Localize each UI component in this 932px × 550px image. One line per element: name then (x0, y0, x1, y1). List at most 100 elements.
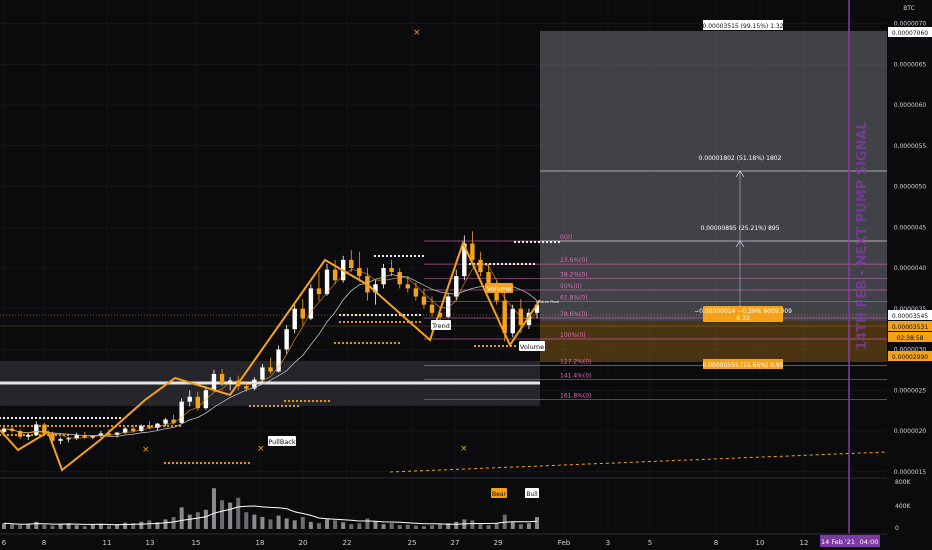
measure-target-zone[interactable] (540, 31, 887, 321)
trading-chart[interactable]: 0(0) 23.6%(0) 38.2%(0) 50%(0) 61.8%(0) 78.6%(… (0, 0, 932, 550)
signal-dot (516, 262, 520, 266)
signal-dot (393, 341, 397, 345)
volume-bar (494, 523, 499, 529)
signal-dot (333, 341, 337, 345)
signal-dot (30, 424, 34, 428)
volume-bar (18, 525, 23, 529)
candle-body[interactable] (131, 428, 136, 431)
signal-dot (2, 416, 6, 420)
volume-bar (10, 524, 15, 529)
price-tick-label: 0.0000040 (894, 265, 927, 272)
signal-dot (82, 424, 86, 428)
candle-body[interactable] (244, 386, 249, 389)
date-tick-label: 13 (146, 539, 155, 547)
price-tick-label: 0.0000065 (894, 61, 927, 68)
volume-bar (526, 523, 531, 529)
volume-bar (349, 524, 354, 529)
candle-body[interactable] (179, 401, 184, 423)
candle-body[interactable] (211, 373, 217, 391)
annotation-volume-lower: Volume (519, 341, 545, 351)
signal-dot (2, 424, 6, 428)
candle-body[interactable] (284, 329, 289, 350)
candle-body[interactable] (421, 296, 427, 305)
signal-dot (402, 320, 406, 324)
candle-body[interactable] (147, 426, 152, 428)
signal-dot (291, 399, 295, 403)
signal-dot (98, 416, 102, 420)
measure-label-bottom: 0.00000555 (15.66%) 0.95 (703, 359, 784, 369)
fib-level-label: 50%(0) (560, 283, 582, 290)
candle-body[interactable] (429, 304, 435, 313)
signal-dot (528, 262, 532, 266)
signal-dot (377, 254, 381, 258)
candle-body[interactable] (219, 373, 225, 384)
measure-label-mid1: 0.00001802 (51.18%) 1802 (699, 155, 782, 162)
signal-dot (66, 416, 70, 420)
candle-body[interactable] (268, 367, 273, 372)
time-axis[interactable] (0, 534, 932, 550)
signal-dot (14, 416, 18, 420)
signal-dot (183, 461, 187, 465)
signal-dot (38, 424, 42, 428)
candle-body[interactable] (316, 288, 322, 295)
volume-bar (381, 524, 386, 529)
date-tick-label: 20 (299, 539, 308, 547)
signal-dot (163, 461, 167, 465)
signal-dot (389, 254, 393, 258)
candle-body[interactable] (405, 284, 410, 289)
volume-bar (42, 524, 47, 529)
signal-dot (239, 461, 243, 465)
candle-body[interactable] (413, 288, 419, 297)
candle-body[interactable] (163, 419, 168, 424)
candle-body[interactable] (300, 308, 306, 319)
signal-dot (370, 320, 374, 324)
candle-body[interactable] (187, 396, 192, 402)
signal-dot (106, 424, 110, 428)
signal-dot (14, 424, 18, 428)
candle-body[interactable] (332, 269, 338, 281)
candle-body[interactable] (66, 438, 71, 440)
signal-dot (6, 433, 10, 437)
signal-dot (207, 461, 211, 465)
signal-dot (122, 424, 126, 428)
candle-body[interactable] (276, 349, 281, 372)
candle-body[interactable] (478, 259, 483, 273)
signal-dot (247, 461, 251, 465)
candle-body[interactable] (260, 367, 265, 380)
candle-body[interactable] (195, 396, 201, 409)
signal-dot (369, 341, 373, 345)
candle-body[interactable] (26, 435, 31, 437)
signal-dot (521, 240, 525, 244)
measure-label-top-text: 0.00003515 (99.15%) 1.32 (703, 23, 784, 30)
candle-body[interactable] (470, 243, 475, 260)
volume-bar (171, 517, 176, 529)
signal-dot (382, 320, 386, 324)
volume-bar (2, 523, 6, 529)
volume-bar (211, 488, 216, 529)
signal-dot (537, 240, 541, 244)
signal-dot (199, 461, 203, 465)
measure-label-bottom-text: 0.00000555 (15.66%) 0.95 (703, 362, 784, 369)
measure-stop-zone[interactable] (540, 321, 887, 362)
svg-text:Trend: Trend (431, 322, 450, 330)
candle-body[interactable] (58, 439, 63, 441)
date-tick-label: 10 (756, 539, 765, 547)
signal-dot (6, 424, 10, 428)
signal-dot (86, 424, 90, 428)
candle-body[interactable] (34, 424, 39, 436)
signal-dot (287, 399, 291, 403)
signal-dot (166, 424, 170, 428)
volume-bar (405, 524, 410, 529)
signal-dot (517, 240, 521, 244)
candle-body[interactable] (389, 268, 394, 273)
candle-body[interactable] (397, 272, 402, 285)
signal-dot (102, 424, 106, 428)
signal-dot (110, 424, 114, 428)
candle-body[interactable] (510, 308, 515, 334)
candle-body[interactable] (349, 259, 354, 268)
signal-dot (327, 399, 331, 403)
signal-dot (473, 344, 477, 348)
signal-dot (272, 404, 276, 408)
signal-dot (227, 461, 231, 465)
price-tag-countdown: 02:38:58 (888, 332, 932, 342)
